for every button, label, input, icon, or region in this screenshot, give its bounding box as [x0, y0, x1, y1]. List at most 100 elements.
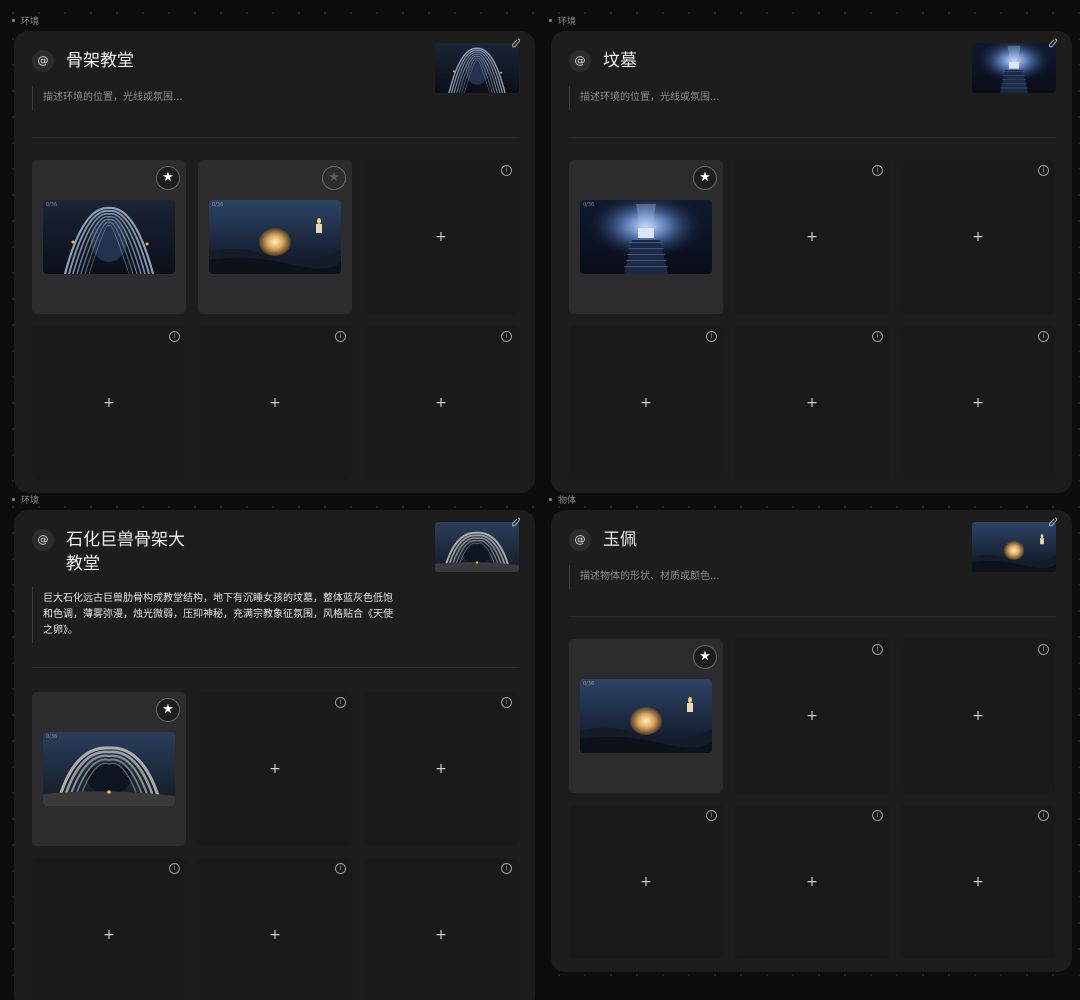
info-icon[interactable]: i — [1038, 165, 1049, 176]
description-input[interactable]: 描述物体的形状、材质或颜色... — [569, 565, 939, 589]
mention-icon[interactable]: @ — [569, 50, 591, 72]
star-icon[interactable]: ★ — [156, 698, 180, 722]
description-input[interactable]: 描述环境的位置，光线或氛围... — [569, 86, 939, 110]
info-icon[interactable]: i — [872, 810, 883, 821]
image-slot-empty[interactable]: i + — [901, 160, 1055, 314]
mention-icon[interactable]: @ — [32, 529, 54, 551]
add-icon[interactable]: + — [269, 927, 281, 943]
info-icon[interactable]: i — [335, 331, 346, 342]
image-slot-filled[interactable]: ★ 0/36 — [32, 160, 186, 314]
image-slot-empty[interactable]: i + — [364, 160, 518, 314]
image-slot-empty[interactable]: i + — [198, 858, 352, 1000]
add-icon[interactable]: + — [972, 229, 984, 245]
image-slot-empty[interactable]: i + — [32, 858, 186, 1000]
description-input[interactable]: 描述环境的位置，光线或氛围... — [32, 86, 402, 110]
image-slot-empty[interactable]: i + — [364, 326, 518, 480]
image-slot-empty[interactable]: i + — [901, 805, 1055, 959]
add-icon[interactable]: + — [435, 229, 447, 245]
card-title[interactable]: 坟墓 — [603, 49, 637, 73]
add-icon[interactable]: + — [269, 395, 281, 411]
info-icon[interactable]: i — [169, 863, 180, 874]
image-slot-empty[interactable]: i + — [901, 639, 1055, 793]
image-slot-empty[interactable]: i + — [735, 160, 889, 314]
bullet-icon — [549, 498, 552, 501]
image-slot-empty[interactable]: i + — [901, 326, 1055, 480]
info-icon[interactable]: i — [1038, 644, 1049, 655]
info-icon[interactable]: i — [706, 331, 717, 342]
generated-image[interactable]: 0/36 — [580, 200, 712, 274]
card-thumbnail[interactable] — [435, 522, 519, 572]
image-slot-empty[interactable]: i + — [364, 692, 518, 846]
info-icon[interactable]: i — [501, 697, 512, 708]
info-icon[interactable]: i — [1038, 810, 1049, 821]
bullet-icon — [549, 19, 552, 22]
image-slot-empty[interactable]: i + — [569, 805, 723, 959]
star-icon[interactable]: ★ — [693, 645, 717, 669]
add-icon[interactable]: + — [435, 395, 447, 411]
add-icon[interactable]: + — [640, 874, 652, 890]
card-title[interactable]: 骨架教堂 — [66, 49, 134, 73]
add-icon[interactable]: + — [269, 761, 281, 777]
add-icon[interactable]: + — [103, 927, 115, 943]
card-title[interactable]: 石化巨兽骨架大教堂 — [66, 528, 186, 576]
thumbnail-pin-icon[interactable] — [1048, 38, 1058, 48]
image-slot-empty[interactable]: i + — [198, 326, 352, 480]
info-icon[interactable]: i — [335, 863, 346, 874]
add-icon[interactable]: + — [806, 874, 818, 890]
generated-image[interactable]: 0/36 — [43, 732, 175, 806]
add-icon[interactable]: + — [972, 708, 984, 724]
add-icon[interactable]: + — [806, 708, 818, 724]
info-icon[interactable]: i — [1038, 331, 1049, 342]
star-icon[interactable]: ★ — [693, 166, 717, 190]
info-icon[interactable]: i — [706, 810, 717, 821]
divider — [569, 616, 1056, 617]
star-icon[interactable]: ★ — [156, 166, 180, 190]
add-icon[interactable]: + — [435, 761, 447, 777]
image-slot-empty[interactable]: i + — [735, 326, 889, 480]
mention-icon[interactable]: @ — [32, 50, 54, 72]
generated-image[interactable]: 0/36 — [209, 200, 341, 274]
info-icon[interactable]: i — [501, 331, 512, 342]
category-label: 物体 — [558, 496, 577, 506]
info-icon[interactable]: i — [501, 165, 512, 176]
add-icon[interactable]: + — [806, 395, 818, 411]
info-icon[interactable]: i — [169, 331, 180, 342]
card-header: @ 石化巨兽骨架大教堂 — [32, 528, 186, 576]
image-slot-filled[interactable]: ★ 0/36 — [569, 160, 723, 314]
image-slot-filled[interactable]: ★ 0/36 — [32, 692, 186, 846]
image-slot-filled[interactable]: ★ 0/36 — [198, 160, 352, 314]
card-title[interactable]: 玉佩 — [603, 528, 637, 552]
image-slot-empty[interactable]: i + — [735, 639, 889, 793]
add-icon[interactable]: + — [972, 874, 984, 890]
bullet-icon — [12, 19, 15, 22]
generated-image[interactable]: 0/36 — [580, 679, 712, 753]
image-slot-empty[interactable]: i + — [364, 858, 518, 1000]
info-icon[interactable]: i — [872, 331, 883, 342]
add-icon[interactable]: + — [640, 395, 652, 411]
thumbnail-pin-icon[interactable] — [1048, 517, 1058, 527]
thumbnail-pin-icon[interactable] — [511, 38, 521, 48]
image-slot-empty[interactable]: i + — [735, 805, 889, 959]
description-text[interactable]: 巨大石化远古巨兽肋骨构成教堂结构，地下有沉睡女孩的坟墓，整体蓝灰色低饱和色调，薄… — [32, 587, 402, 643]
add-icon[interactable]: + — [435, 927, 447, 943]
add-icon[interactable]: + — [972, 395, 984, 411]
info-icon[interactable]: i — [335, 697, 346, 708]
image-slot-grid: ★ 0/36 ★ 0/36 i + i + i + i + — [32, 160, 518, 480]
image-slot-empty[interactable]: i + — [569, 326, 723, 480]
star-icon[interactable]: ★ — [322, 166, 346, 190]
add-icon[interactable]: + — [806, 229, 818, 245]
image-slot-empty[interactable]: i + — [32, 326, 186, 480]
card-thumbnail[interactable] — [972, 522, 1056, 572]
generated-image[interactable]: 0/36 — [43, 200, 175, 274]
image-slot-filled[interactable]: ★ 0/36 — [569, 639, 723, 793]
info-icon[interactable]: i — [872, 165, 883, 176]
info-icon[interactable]: i — [872, 644, 883, 655]
info-icon[interactable]: i — [501, 863, 512, 874]
card-thumbnail[interactable] — [435, 43, 519, 93]
add-icon[interactable]: + — [103, 395, 115, 411]
card-thumbnail[interactable] — [972, 43, 1056, 93]
thumbnail-pin-icon[interactable] — [511, 517, 521, 527]
mention-icon[interactable]: @ — [569, 529, 591, 551]
entity-card: 环境 @ 石化巨兽骨架大教堂 巨大石化远古巨兽肋骨构成教堂结构，地下有沉睡女孩的… — [12, 496, 535, 1000]
image-slot-empty[interactable]: i + — [198, 692, 352, 846]
